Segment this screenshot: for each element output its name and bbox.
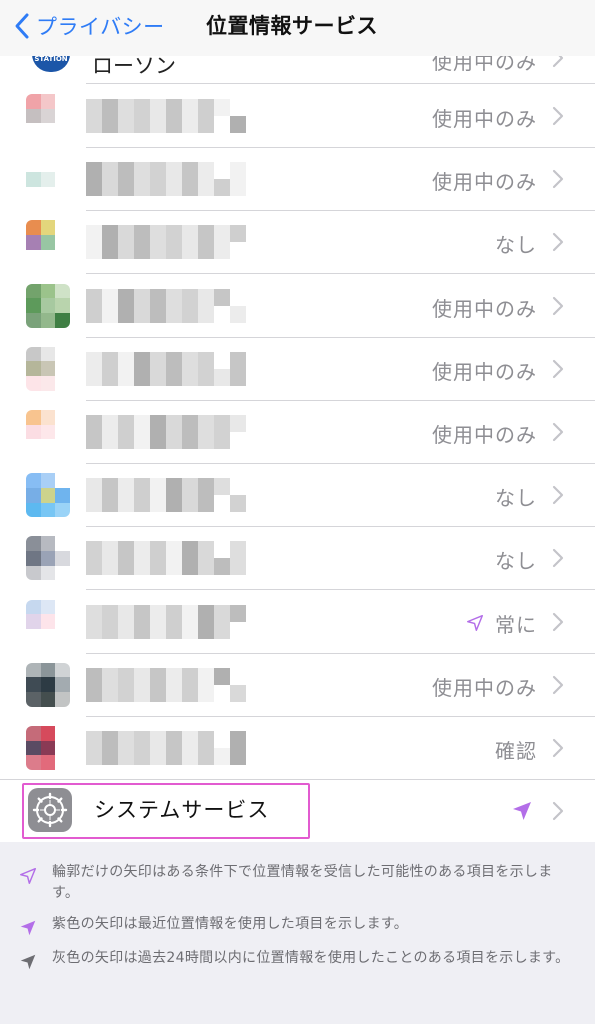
app-status: なし	[495, 482, 537, 511]
app-name-redacted	[86, 478, 246, 513]
highlight-box	[22, 783, 310, 839]
app-status-text: 確認	[495, 739, 537, 763]
app-name-redacted	[86, 667, 246, 702]
app-name-redacted	[86, 541, 246, 576]
chevron-right-icon	[552, 738, 564, 758]
app-name-redacted	[86, 162, 246, 197]
app-icon	[26, 220, 70, 265]
app-name-redacted	[86, 99, 246, 133]
app-status-text: 使用中のみ	[432, 296, 537, 321]
app-status: なし	[495, 229, 537, 258]
app-icon	[26, 157, 70, 202]
back-button[interactable]: プライバシー	[14, 10, 165, 42]
app-name-redacted	[86, 351, 246, 386]
app-status: 使用中のみ	[432, 103, 537, 132]
app-status-text: なし	[495, 549, 537, 574]
chevron-right-icon	[552, 422, 564, 442]
app-status: 使用中のみ	[432, 419, 537, 448]
app-row[interactable]: なし	[0, 527, 595, 591]
legend-item-hollow: 輪郭だけの矢印はある条件下で位置情報を受信した可能性のある項目を示します。	[18, 862, 577, 904]
app-row[interactable]: 使用中のみ	[0, 653, 595, 717]
app-name-redacted	[86, 225, 246, 260]
app-icon	[26, 283, 70, 328]
app-row[interactable]: 常に	[0, 590, 595, 654]
app-status-text: 使用中のみ	[432, 423, 537, 447]
app-icon	[26, 346, 70, 391]
app-status-text: 使用中のみ	[432, 107, 537, 131]
app-row[interactable]: 使用中のみ	[0, 274, 595, 338]
location-arrow-solid-icon	[513, 802, 531, 820]
app-name-redacted	[86, 604, 246, 639]
chevron-right-icon	[552, 170, 564, 189]
app-icon	[26, 94, 70, 138]
app-status-text: 使用中のみ	[432, 170, 537, 195]
navigation-bar: プライバシー 位置情報サービス	[0, 0, 595, 56]
legend-text: 輪郭だけの矢印はある条件下で位置情報を受信した可能性のある項目を示します。	[52, 864, 553, 901]
chevron-right-icon	[552, 486, 564, 505]
location-legend: 輪郭だけの矢印はある条件下で位置情報を受信した可能性のある項目を示します。 紫色…	[0, 842, 595, 1024]
app-icon	[26, 599, 70, 644]
legend-text: 紫色の矢印は最近位置情報を使用した項目を示します。	[52, 916, 409, 932]
solid-gray-arrow-icon	[18, 952, 40, 972]
app-status: 使用中のみ	[432, 293, 537, 322]
legend-item-purple: 紫色の矢印は最近位置情報を使用した項目を示します。	[18, 914, 577, 938]
chevron-right-icon	[552, 549, 564, 568]
app-status-text: なし	[495, 233, 537, 258]
app-row[interactable]: なし	[0, 211, 595, 275]
app-row[interactable]: 使用中のみ	[0, 148, 595, 212]
app-status: 確認	[495, 735, 537, 764]
chevron-right-icon	[552, 675, 564, 694]
app-icon	[26, 536, 70, 581]
app-name-redacted	[86, 731, 246, 765]
app-row[interactable]: なし	[0, 464, 595, 528]
legend-text: 灰色の矢印は過去24時間以内に位置情報を使用したことのある項目を示します。	[52, 950, 570, 966]
chevron-right-icon	[552, 233, 564, 252]
chevron-right-icon	[552, 612, 564, 631]
chevron-right-icon	[552, 106, 564, 126]
app-row[interactable]: 使用中のみ	[0, 337, 595, 401]
hollow-purple-arrow-icon	[18, 866, 40, 904]
chevron-left-icon	[15, 13, 29, 39]
solid-purple-arrow-icon	[18, 918, 40, 938]
app-row[interactable]: 使用中のみ	[0, 85, 595, 148]
app-status-text: なし	[495, 486, 537, 511]
app-icon	[26, 662, 70, 707]
app-status: 常に	[465, 609, 537, 638]
app-status: 使用中のみ	[432, 356, 537, 385]
app-status-text: 使用中のみ	[432, 359, 537, 384]
app-status-text: 常に	[495, 612, 537, 637]
page-title: 位置情報サービス	[206, 14, 378, 38]
app-name-redacted	[86, 415, 246, 449]
back-button-label: プライバシー	[36, 15, 165, 39]
app-row[interactable]: 使用中のみ	[0, 401, 595, 464]
legend-item-gray: 灰色の矢印は過去24時間以内に位置情報を使用したことのある項目を示します。	[18, 948, 577, 972]
app-icon	[26, 410, 70, 454]
app-status: なし	[495, 545, 537, 574]
app-icon	[26, 726, 70, 770]
chevron-right-icon	[552, 296, 564, 315]
app-name-redacted	[86, 288, 246, 323]
app-icon	[26, 473, 70, 518]
location-arrow-hollow-icon	[465, 613, 485, 633]
app-status: 使用中のみ	[432, 166, 537, 195]
app-row[interactable]: 確認	[0, 717, 595, 780]
app-status-text: 使用中のみ	[432, 675, 537, 700]
chevron-right-icon	[552, 801, 564, 821]
app-status: 使用中のみ	[432, 672, 537, 701]
chevron-right-icon	[552, 359, 564, 378]
